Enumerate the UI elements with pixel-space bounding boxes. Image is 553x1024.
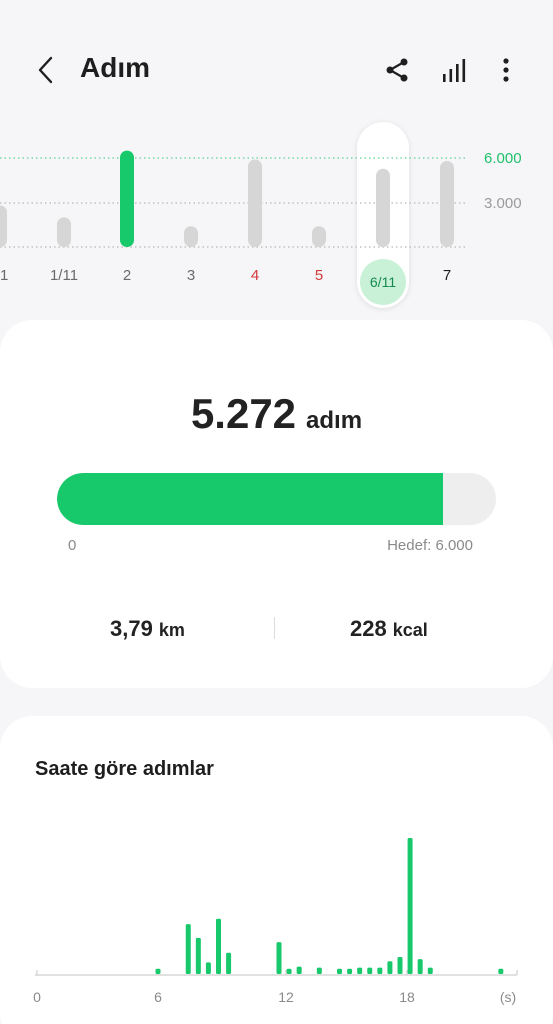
hour-tick-label: 18 [399,989,415,1005]
back-button[interactable] [28,50,64,90]
hour-bar [286,968,292,974]
hour-bar [337,968,342,974]
day-bar[interactable] [248,159,262,247]
goal-axis-label: 6.000 [484,150,522,167]
hour-bar [316,967,322,974]
day-bar[interactable] [376,168,390,247]
share-button[interactable] [377,50,417,90]
day-label[interactable]: 3 [166,267,216,284]
goal-progress-bar [57,473,496,525]
selected-day-label[interactable]: 6/11 [360,259,406,305]
calories-value: 228 [350,616,387,641]
hour-bar [226,952,232,974]
day-label[interactable]: 4 [230,267,280,284]
calories-stat: 228 kcal [350,616,428,642]
hour-bar [427,967,433,974]
signal-bars-icon [443,59,466,82]
hour-tick-label: 12 [278,989,294,1005]
hour-bar [296,966,302,974]
day-label[interactable]: 5 [294,267,344,284]
day-label[interactable]: 2 [102,267,152,284]
day-bar[interactable] [184,226,198,247]
day-bar[interactable] [312,226,326,247]
day-label[interactable]: 31 [0,267,25,284]
stat-divider [274,617,275,639]
hour-bar [276,942,282,974]
hour-bar [397,957,403,974]
steps-total: 5.272 adım [0,390,553,438]
day-label[interactable]: 1/11 [39,267,89,284]
share-icon [386,58,408,82]
progress-min-label: 0 [68,537,77,554]
app-header: Adım [0,0,553,130]
hour-bar [377,967,383,974]
hourly-steps-card[interactable]: Saate göre adımlar 0 6 12 18 (s) [0,716,553,1024]
hour-bar [357,967,363,974]
day-bar[interactable] [120,150,134,247]
page-title: Adım [80,52,150,83]
hour-bar [367,967,373,974]
more-options-button[interactable] [486,50,526,90]
hour-bar [185,924,191,974]
daily-summary-card: 5.272 adım 0 Hedef: 6.000 3,79 km 228 kcal [0,320,553,688]
hour-tick-label: 0 [33,989,41,1005]
hour-tick-label: (s) [499,989,517,1005]
more-vertical-icon [503,58,509,82]
mid-axis-label: 3.000 [484,195,522,212]
hour-bar [195,937,201,974]
calories-unit: kcal [392,620,428,640]
trends-button[interactable] [434,50,474,90]
goal-progress-fill [57,473,443,525]
steps-unit: adım [306,407,363,434]
steps-count: 5.272 [190,390,297,437]
hour-bar [407,838,413,974]
hour-bar [498,968,504,974]
hour-bar [155,968,161,974]
distance-value: 3,79 [110,616,153,641]
hour-bar [387,961,393,974]
weekly-steps-chart: 6.000 3.000 31 1/11 2 3 4 5 6/11 7 [0,120,553,310]
hour-bar [347,968,353,974]
day-bar[interactable] [0,205,7,247]
day-bar[interactable] [440,160,454,247]
hour-bar [205,962,211,974]
back-icon [38,56,53,84]
day-bar[interactable] [57,217,71,247]
hour-tick-label: 6 [154,989,162,1005]
day-label[interactable]: 7 [422,267,472,284]
hour-bar [216,918,221,974]
progress-goal-label: Hedef: 6.000 [387,537,473,554]
hourly-chart-canvas [35,838,518,976]
distance-stat: 3,79 km [110,616,185,642]
distance-unit: km [158,620,185,640]
hour-bar [417,959,423,974]
